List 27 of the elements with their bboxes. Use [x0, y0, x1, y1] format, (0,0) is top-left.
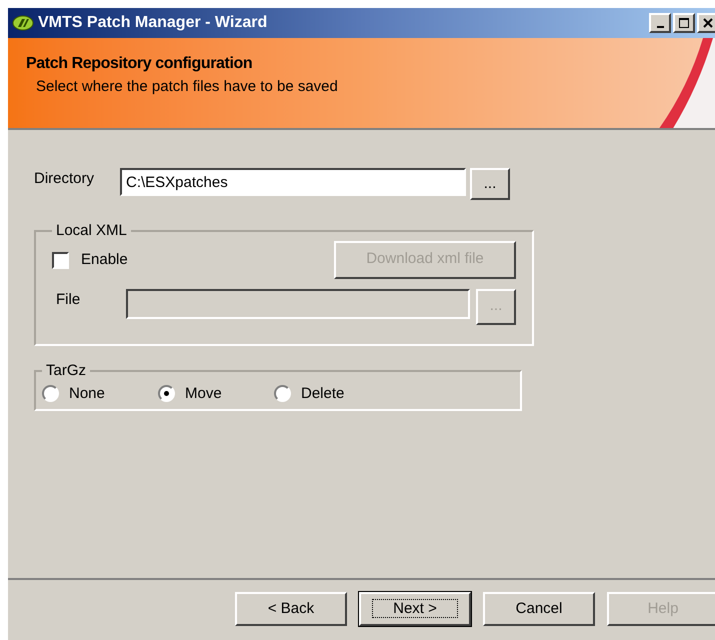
radio-label: Move — [185, 384, 222, 404]
window-title: VMTS Patch Manager - Wizard — [38, 13, 268, 33]
maximize-button[interactable] — [673, 13, 695, 33]
directory-field[interactable]: C:\ESXpatches — [120, 168, 466, 196]
minimize-button[interactable] — [649, 13, 671, 33]
radio-button[interactable] — [274, 385, 291, 402]
checkbox-label: Enable — [81, 250, 128, 270]
wizard-button[interactable]: < Back — [235, 592, 347, 626]
radio-label: Delete — [301, 384, 344, 404]
app-logo-icon — [12, 14, 34, 32]
field-label: File — [55, 290, 82, 310]
wizard-button[interactable]: Next > — [359, 592, 471, 626]
maximize-icon — [679, 18, 689, 28]
radio-label: None — [69, 384, 105, 404]
close-icon — [703, 18, 713, 28]
minimize-icon — [656, 26, 664, 28]
radio-button[interactable] — [158, 385, 175, 402]
close-button[interactable] — [697, 13, 715, 33]
group-legend: TarGz — [42, 360, 90, 382]
group-legend: Local XML — [52, 220, 131, 242]
browse-button[interactable]: ... — [470, 168, 510, 200]
header-subtitle: Select where the patch files have to be saved — [35, 77, 339, 97]
enable-checkbox[interactable] — [52, 252, 69, 269]
field-label: Directory — [34, 169, 96, 189]
radio-button[interactable] — [42, 385, 59, 402]
wizard-button[interactable]: Cancel — [483, 592, 595, 626]
header-title: Patch Repository configuration — [26, 54, 254, 74]
